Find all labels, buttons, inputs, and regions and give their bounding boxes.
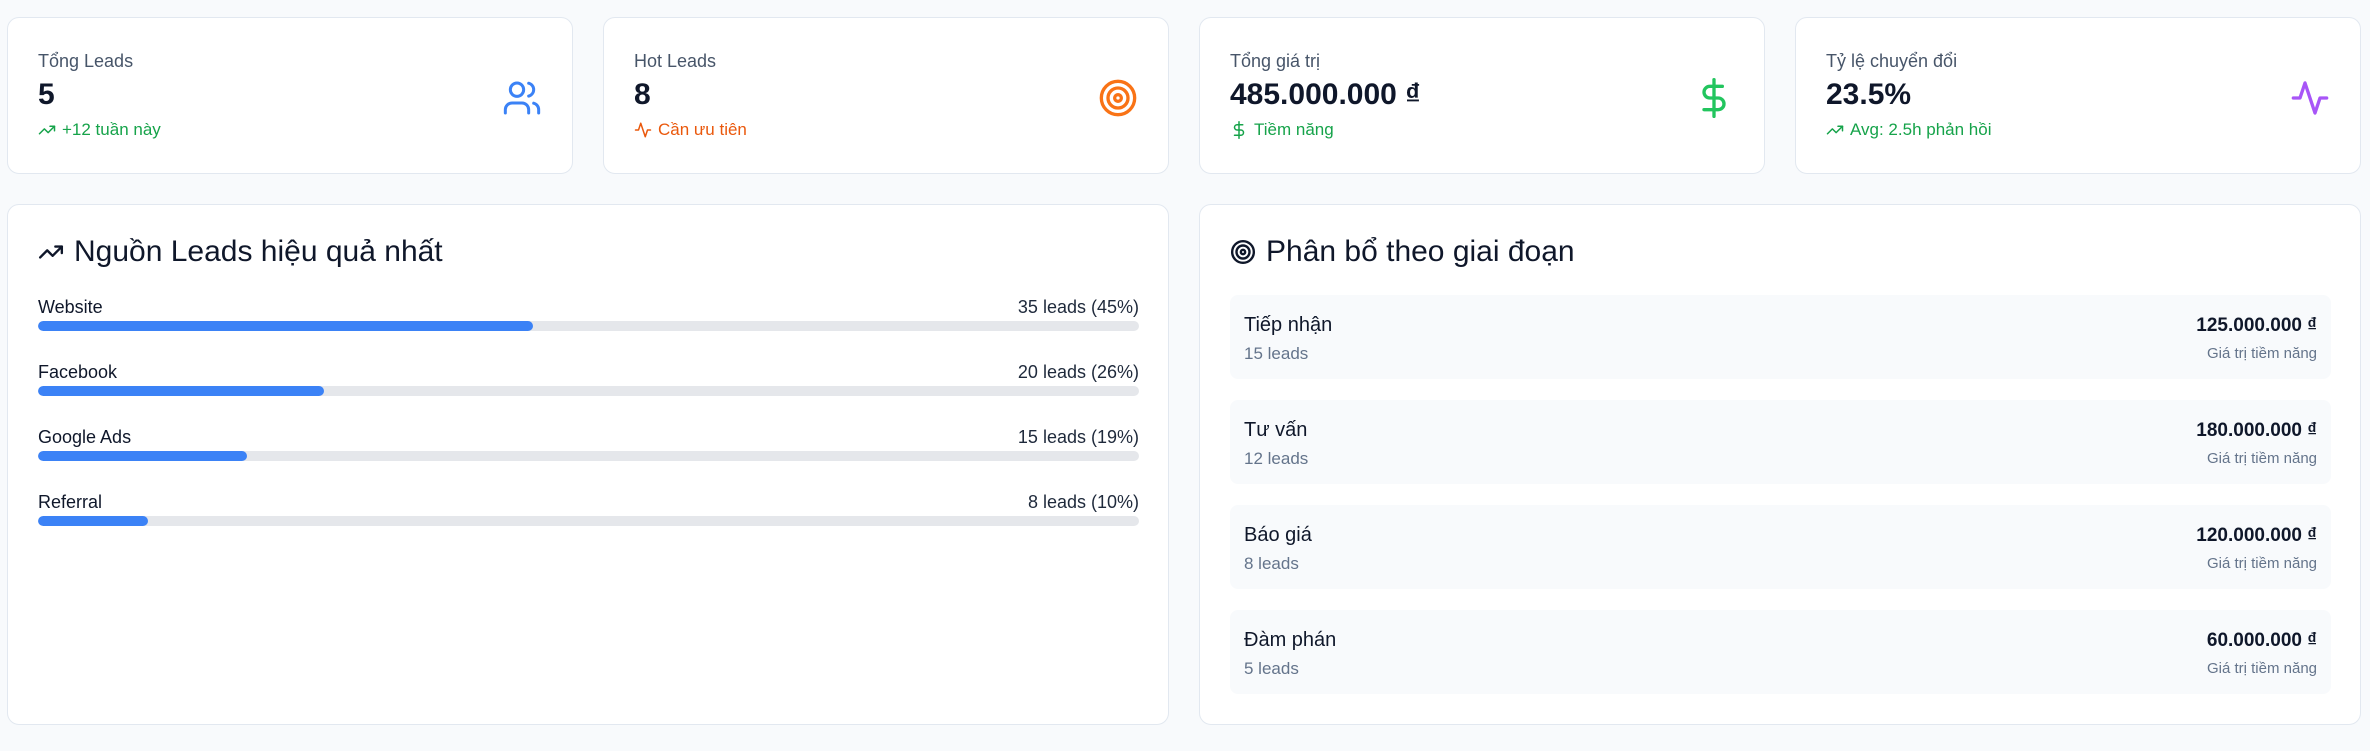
stage-name: Tư vấn bbox=[1244, 419, 1308, 441]
stage-value: 125.000.000 ₫ bbox=[2196, 315, 2317, 336]
source-count: 8 leads (10%) bbox=[1027, 492, 1139, 512]
source-row-referral: Referral 8 leads (10%) bbox=[38, 492, 1139, 532]
stat-sub-text: +12 tuần này bbox=[62, 120, 161, 139]
stat-value: 23.5% bbox=[1826, 78, 1912, 111]
stat-sub: Avg: 2.5h phản hồi bbox=[1826, 120, 1991, 140]
stage-row-tu-van[interactable]: Tư vấn 12 leads 180.000.000 ₫ Giá trị ti… bbox=[1230, 400, 2331, 484]
lead-sources-title: Nguồn Leads hiệu quả nhất bbox=[38, 235, 443, 269]
stat-card-total-leads: Tổng Leads 5 +12 tuần này bbox=[7, 17, 573, 174]
stage-row-dam-phan[interactable]: Đàm phán 5 leads 60.000.000 ₫ Giá trị ti… bbox=[1230, 610, 2331, 694]
stat-sub: Cần ưu tiên bbox=[634, 120, 747, 140]
source-name: Referral bbox=[38, 492, 103, 512]
stage-distribution-card: Phân bổ theo giai đoạn Tiếp nhận 15 lead… bbox=[1199, 204, 2361, 725]
lead-sources-card: Nguồn Leads hiệu quả nhất Website 35 lea… bbox=[7, 204, 1169, 725]
progress-fill bbox=[38, 451, 248, 461]
stage-value: 180.000.000 ₫ bbox=[2196, 420, 2317, 441]
stage-leads: 8 leads bbox=[1244, 554, 1299, 573]
stage-name: Đàm phán bbox=[1244, 629, 1337, 651]
stage-leads: 5 leads bbox=[1244, 659, 1299, 678]
progress-track bbox=[38, 321, 1139, 331]
dollar-icon bbox=[1702, 78, 1726, 118]
stage-name: Tiếp nhận bbox=[1244, 314, 1333, 336]
stage-note: Giá trị tiềm năng bbox=[2206, 660, 2317, 677]
stage-row-tiep-nhan[interactable]: Tiếp nhận 15 leads 125.000.000 ₫ Giá trị… bbox=[1230, 295, 2331, 379]
stage-note: Giá trị tiềm năng bbox=[2206, 345, 2317, 362]
stat-sub: +12 tuần này bbox=[38, 120, 161, 140]
stat-value: 485.000.000 ₫ bbox=[1230, 78, 1421, 111]
stat-card-hot-leads: Hot Leads 8 Cần ưu tiên bbox=[603, 17, 1169, 174]
stage-name: Báo giá bbox=[1244, 524, 1312, 546]
users-icon bbox=[503, 81, 541, 115]
source-name: Website bbox=[38, 297, 103, 317]
stat-value: 5 bbox=[38, 78, 55, 111]
trending-up-icon bbox=[38, 125, 56, 135]
target-icon bbox=[1099, 79, 1137, 117]
stat-sub-text: Avg: 2.5h phản hồi bbox=[1850, 120, 1992, 139]
progress-fill bbox=[38, 321, 534, 331]
source-row-facebook: Facebook 20 leads (26%) bbox=[38, 362, 1139, 402]
stat-card-total-value: Tổng giá trị 485.000.000 ₫ Tiềm năng bbox=[1199, 17, 1765, 174]
trending-up-icon bbox=[38, 245, 64, 259]
stat-label: Hot Leads bbox=[634, 51, 717, 71]
source-name: Facebook bbox=[38, 362, 118, 382]
source-row-website: Website 35 leads (45%) bbox=[38, 297, 1139, 337]
stat-label: Tổng Leads bbox=[38, 51, 134, 71]
stat-value: 8 bbox=[634, 78, 651, 111]
stat-sub: Tiềm năng bbox=[1230, 120, 1334, 140]
progress-fill bbox=[38, 516, 149, 526]
stat-card-conversion-rate: Tỷ lệ chuyển đổi 23.5% Avg: 2.5h phản hồ… bbox=[1795, 17, 2361, 174]
dollar-icon bbox=[1233, 121, 1245, 139]
progress-track bbox=[38, 516, 1139, 526]
stage-leads: 12 leads bbox=[1244, 449, 1309, 468]
stat-label: Tỷ lệ chuyển đổi bbox=[1826, 51, 1958, 71]
progress-track bbox=[38, 386, 1139, 396]
stage-note: Giá trị tiềm năng bbox=[2206, 450, 2317, 467]
stage-leads: 15 leads bbox=[1244, 344, 1309, 363]
stage-value: 60.000.000 ₫ bbox=[2206, 630, 2317, 651]
target-icon bbox=[1230, 239, 1256, 265]
stage-row-bao-gia[interactable]: Báo giá 8 leads 120.000.000 ₫ Giá trị ti… bbox=[1230, 505, 2331, 589]
card-title-text: Nguồn Leads hiệu quả nhất bbox=[74, 235, 443, 268]
trending-up-icon bbox=[1826, 125, 1844, 135]
stage-value: 120.000.000 ₫ bbox=[2196, 525, 2317, 546]
source-name: Google Ads bbox=[38, 427, 132, 447]
progress-fill bbox=[38, 386, 325, 396]
stage-distribution-title: Phân bổ theo giai đoạn bbox=[1230, 235, 1575, 269]
source-count: 20 leads (26%) bbox=[1017, 362, 1139, 382]
card-title-text: Phân bổ theo giai đoạn bbox=[1266, 235, 1575, 268]
activity-icon bbox=[2291, 81, 2329, 115]
stat-label: Tổng giá trị bbox=[1230, 51, 1321, 71]
progress-track bbox=[38, 451, 1139, 461]
source-row-google-ads: Google Ads 15 leads (19%) bbox=[38, 427, 1139, 467]
stat-sub-text: Tiềm năng bbox=[1254, 120, 1334, 139]
stat-sub-text: Cần ưu tiên bbox=[658, 120, 747, 139]
stage-note: Giá trị tiềm năng bbox=[2206, 555, 2317, 572]
source-count: 15 leads (19%) bbox=[1017, 427, 1139, 447]
activity-icon bbox=[634, 122, 652, 138]
source-count: 35 leads (45%) bbox=[1017, 297, 1139, 317]
